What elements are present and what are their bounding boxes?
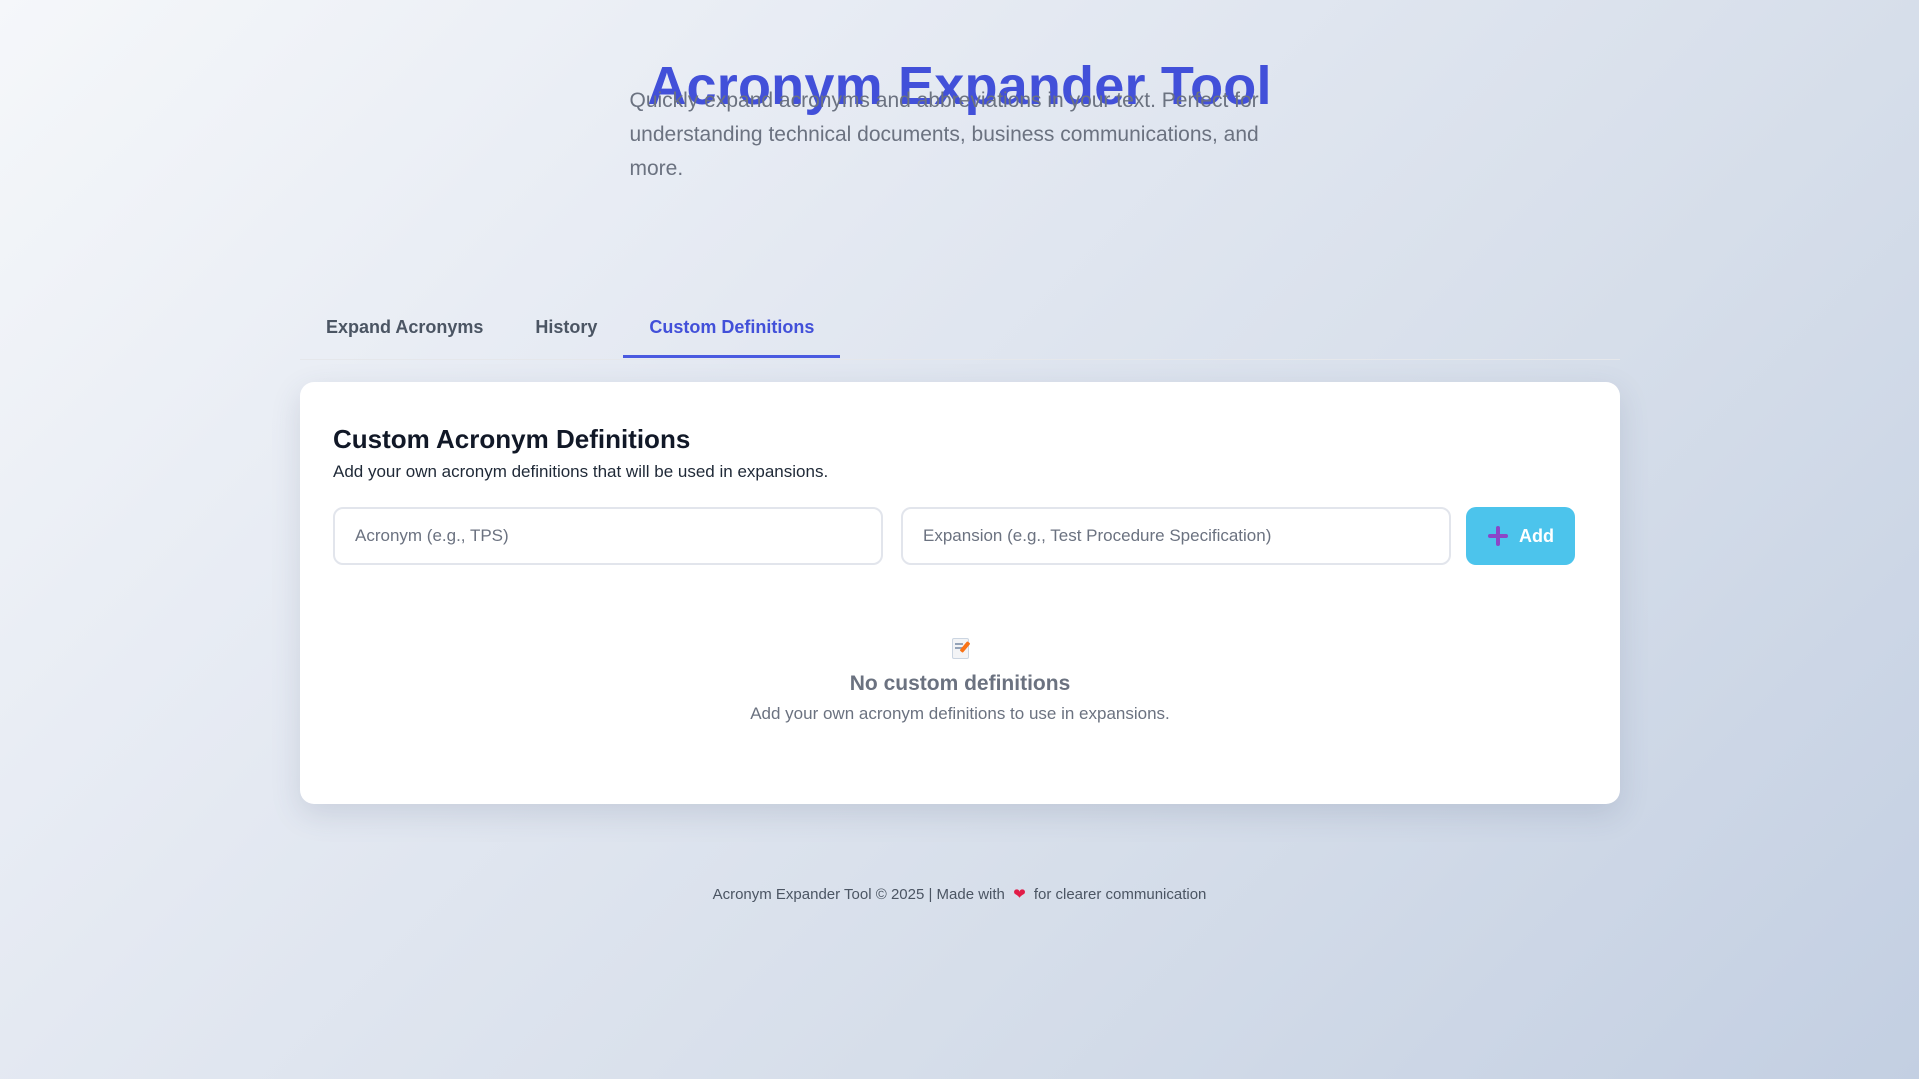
acronym-input[interactable]	[333, 507, 883, 565]
empty-state-title: No custom definitions	[849, 672, 1071, 695]
section-description: Add your own acronym definitions that wi…	[333, 462, 829, 481]
tab-custom-definitions[interactable]: Custom Definitions	[623, 300, 841, 358]
custom-definitions-card: Custom Acronym Definitions Add your own …	[300, 382, 1620, 804]
add-button-label: Add	[1519, 525, 1554, 546]
empty-state: No custom definitions Add your own acron…	[300, 637, 1620, 726]
add-button[interactable]: Add	[1466, 507, 1575, 565]
tab-expand-acronyms[interactable]: Expand Acronyms	[300, 300, 509, 358]
heart-icon: ❤	[1013, 886, 1026, 903]
plus-icon	[1487, 525, 1509, 547]
footer: Acronym Expander Tool © 2025 | Made with…	[0, 884, 1919, 906]
section-title: Custom Acronym Definitions	[333, 424, 691, 454]
expansion-input[interactable]	[901, 507, 1451, 565]
page-subtitle: Quickly expand acronyms and abbreviation…	[629, 89, 1259, 180]
footer-text-prefix: Acronym Expander Tool © 2025 | Made with	[712, 886, 1005, 903]
memo-icon	[951, 637, 971, 659]
add-definition-form: Add	[333, 507, 1575, 565]
tab-bar: Expand Acronyms History Custom Definitio…	[300, 300, 1620, 360]
footer-text-suffix: for clearer communication	[1033, 886, 1207, 903]
empty-state-description: Add your own acronym definitions to use …	[750, 704, 1170, 723]
tab-history[interactable]: History	[509, 300, 623, 358]
